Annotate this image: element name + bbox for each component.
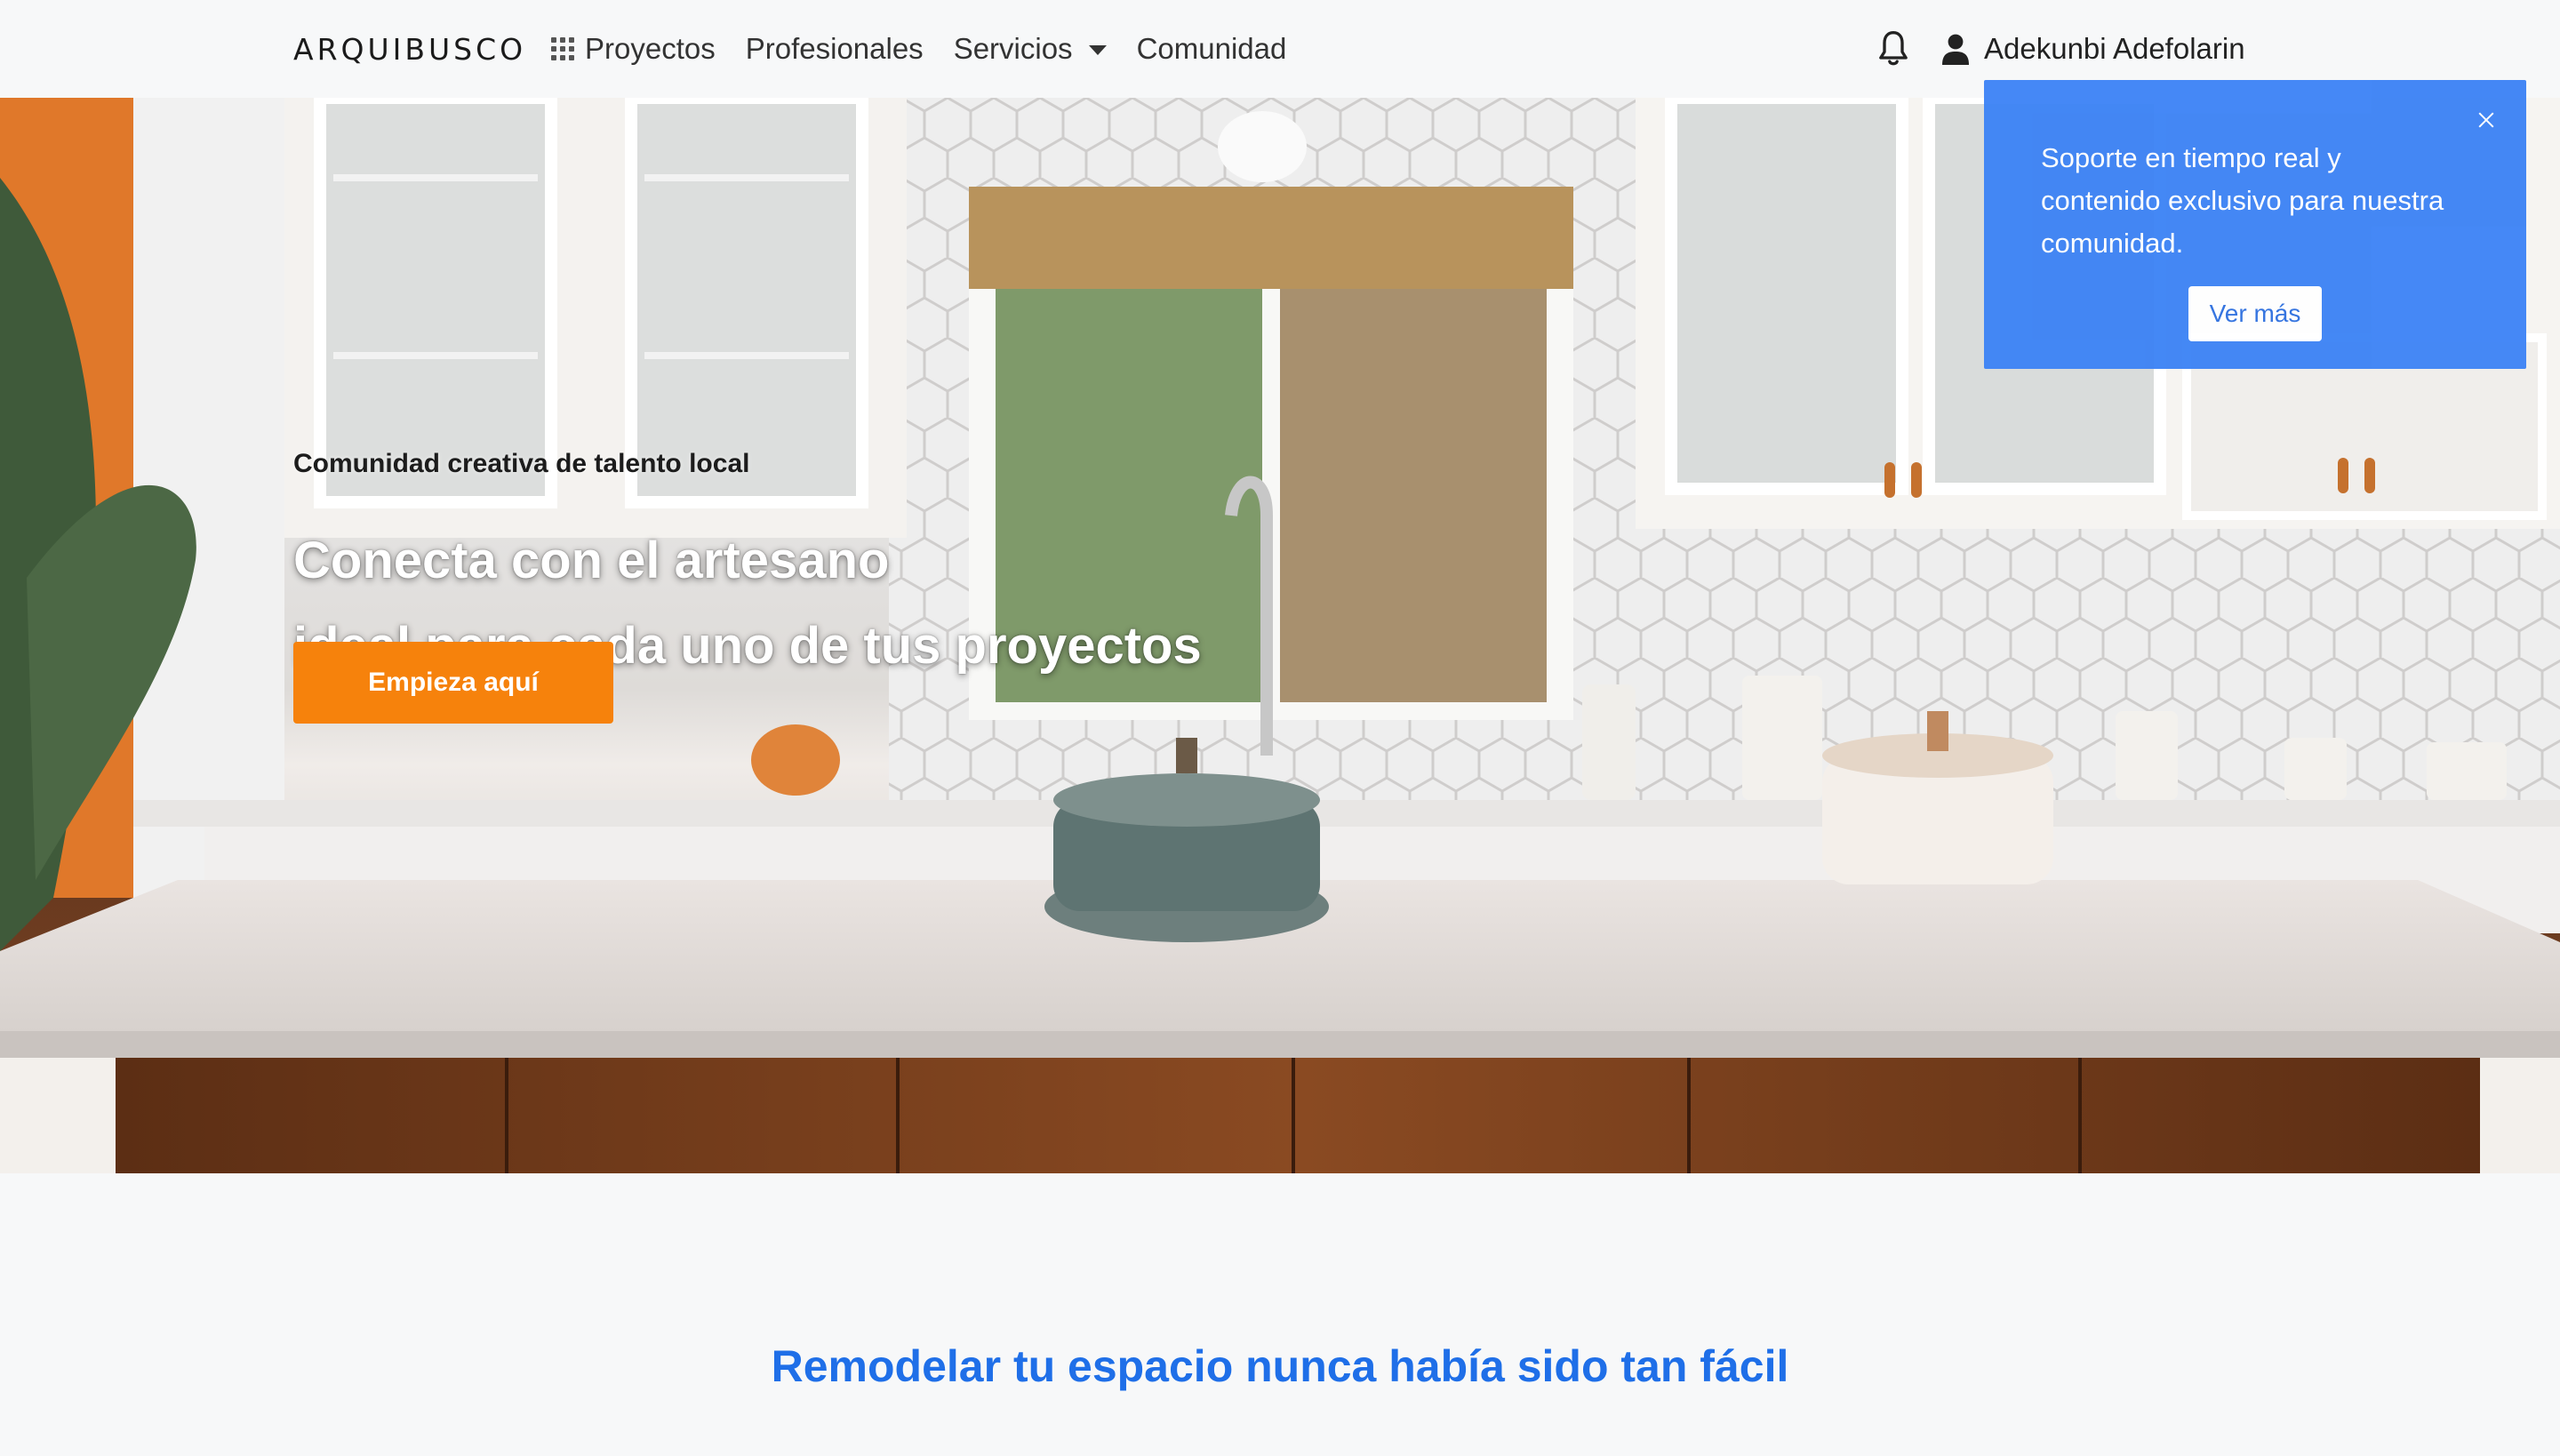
nav-item-servicios-dropdown[interactable]: Servicios: [954, 32, 1107, 66]
nav-item-profesionales[interactable]: Profesionales: [746, 32, 924, 66]
user-name: Adekunbi Adefolarin: [1984, 32, 2245, 65]
grid-icon: [551, 37, 574, 60]
close-icon[interactable]: [2476, 110, 2496, 130]
main-nav: Proyectos Profesionales Servicios Comuni…: [551, 0, 1286, 98]
section-title: Remodelar tu espacio nunca había sido ta…: [771, 1341, 1789, 1391]
see-more-button[interactable]: Ver más: [2188, 286, 2322, 341]
start-here-button[interactable]: Empieza aquí: [293, 642, 613, 724]
nav-item-label: Profesionales: [745, 32, 924, 65]
hero-eyebrow: Comunidad creativa de talento local: [293, 449, 750, 478]
brand-logo[interactable]: ARQUIBUSCO: [293, 32, 526, 67]
hero-headline-line1: Conecta con el artesano: [293, 532, 890, 589]
support-popup: Soporte en tiempo real y contenido exclu…: [1984, 80, 2526, 369]
user-icon: [1942, 34, 1969, 65]
nav-item-comunidad[interactable]: Comunidad: [1137, 32, 1287, 66]
user-menu[interactable]: Adekunbi Adefolarin: [1941, 32, 2245, 66]
nav-item-proyectos[interactable]: Proyectos: [551, 32, 716, 66]
bell-icon[interactable]: [1876, 29, 1911, 68]
nav-item-label: Servicios: [953, 32, 1073, 65]
nav-item-label: Comunidad: [1136, 32, 1287, 65]
popup-message: Soporte en tiempo real y contenido exclu…: [2041, 142, 2444, 259]
caret-down-icon: [1088, 45, 1107, 55]
nav-item-label: Proyectos: [585, 32, 716, 65]
